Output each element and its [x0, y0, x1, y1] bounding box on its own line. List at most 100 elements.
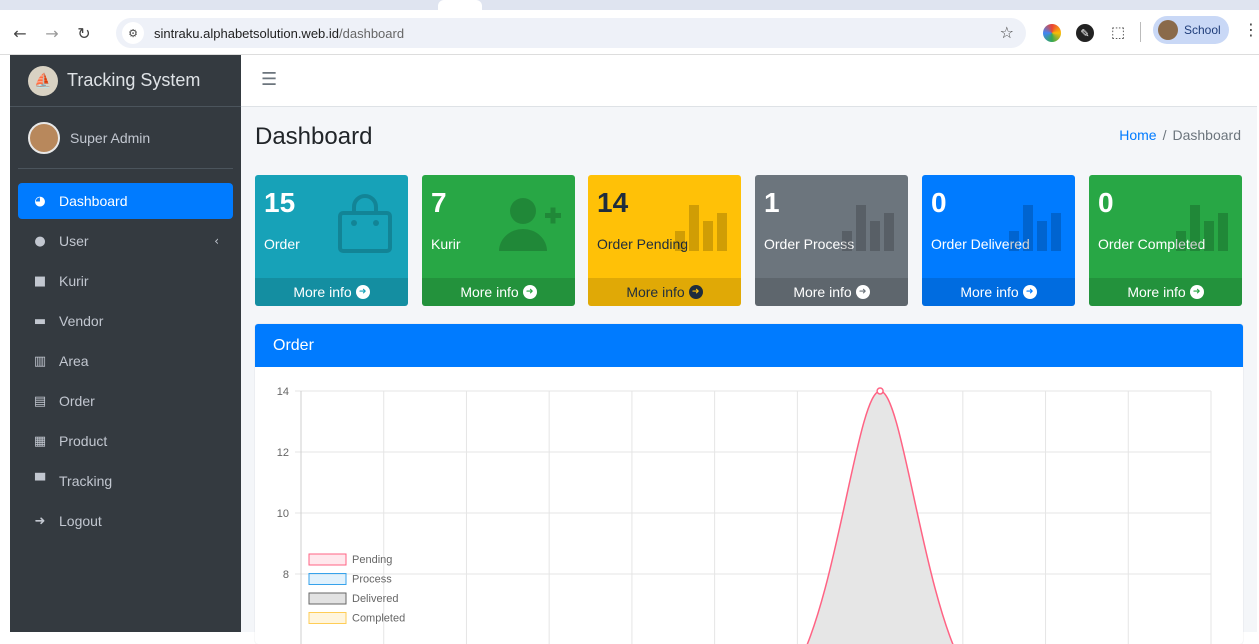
y-tick-label: 10: [277, 508, 289, 520]
browser-menu-icon[interactable]: ⋮: [1243, 20, 1259, 39]
user-icon: ●: [34, 233, 46, 249]
file-icon: ▤: [33, 393, 47, 409]
stat-value: 7: [431, 187, 447, 218]
more-info-label: More info: [793, 284, 852, 300]
sidebar-item-kurir[interactable]: ■ Kurir: [18, 263, 233, 299]
legend-swatch: [308, 592, 347, 605]
reload-icon[interactable]: ↻: [72, 21, 96, 45]
more-info-label: More info: [960, 284, 1019, 300]
tachometer-icon: ◕: [34, 193, 46, 209]
profile-name: School: [1184, 23, 1221, 37]
sidebar-item-user[interactable]: ● User ‹: [18, 223, 233, 259]
bookmark-star-icon[interactable]: ☆: [1000, 23, 1014, 42]
sidebar-nav: ◕ Dashboard ● User ‹ ■ Kurir ▬ Vendor ▥ …: [10, 183, 241, 539]
legend-label: Process: [352, 574, 392, 586]
breadcrumb-current: Dashboard: [1172, 127, 1242, 143]
stat-value: 0: [1098, 187, 1114, 218]
more-info-label: More info: [626, 284, 685, 300]
extensions-puzzle-icon[interactable]: ⬚: [1109, 23, 1127, 41]
breadcrumb-home-link[interactable]: Home: [1119, 127, 1156, 143]
legend-swatch: [308, 573, 347, 585]
toolbar-divider: [1140, 22, 1141, 42]
bar-chart-icon: [1009, 205, 1061, 251]
tab-strip: [0, 0, 1259, 10]
brand-text: Tracking System: [67, 70, 201, 90]
active-tab[interactable]: [438, 0, 482, 10]
arrow-circle-right-icon: ➜: [1022, 285, 1037, 299]
legend-label: Completed: [352, 613, 405, 625]
order-chart: 8 10 12 14 Pending Process Delivered Completed: [277, 386, 1212, 644]
profile-button[interactable]: School: [1153, 16, 1229, 44]
archive-icon: ▀: [35, 473, 45, 489]
stat-box-order-completed: 0 Order Completed More info ➜: [1089, 175, 1242, 306]
more-info-link[interactable]: More info ➜: [588, 278, 741, 306]
y-tick-label: 14: [277, 386, 289, 398]
url-path: /dashboard: [339, 25, 405, 41]
more-info-label: More info: [1127, 284, 1186, 300]
bar-chart-icon: [1176, 205, 1228, 251]
stat-value: 14: [597, 187, 629, 218]
user-name: Super Admin: [70, 129, 151, 146]
sidebar-item-label: Dashboard: [59, 193, 128, 209]
bar-chart-icon: [675, 205, 727, 251]
map-icon: ▥: [33, 353, 47, 369]
extension-color-icon[interactable]: [1043, 24, 1061, 42]
user-plus-icon: [499, 198, 561, 251]
stat-value: 1: [764, 187, 780, 218]
url-text[interactable]: sintraku.alphabetsolution.web.id/dashboa…: [154, 26, 404, 41]
sidebar: ⛵ Tracking System Super Admin ◕ Dashboar…: [10, 55, 241, 632]
page-title: Dashboard: [255, 123, 373, 150]
brand-link[interactable]: ⛵ Tracking System: [10, 55, 241, 107]
card-title: Order: [273, 336, 314, 354]
site-settings-icon[interactable]: ⚙: [122, 22, 144, 44]
sidebar-item-dashboard[interactable]: ◕ Dashboard: [18, 183, 233, 219]
more-info-link[interactable]: More info ➜: [755, 278, 908, 306]
stat-value: 0: [931, 187, 947, 218]
breadcrumb-separator: /: [1162, 127, 1167, 143]
sidebar-item-logout[interactable]: ➜ Logout: [18, 503, 233, 539]
extension-compass-icon[interactable]: ✎: [1076, 24, 1094, 42]
y-tick-label: 12: [277, 447, 289, 459]
breadcrumb: Home / Dashboard: [1119, 127, 1241, 143]
top-navbar: ☰: [241, 55, 1257, 107]
sidebar-item-vendor[interactable]: ▬ Vendor: [18, 303, 233, 339]
sidebar-item-area[interactable]: ▥ Area: [18, 343, 233, 379]
legend-swatch: [308, 612, 347, 624]
sidebar-item-label: Tracking: [59, 473, 113, 489]
menu-toggle-icon[interactable]: ☰: [261, 69, 277, 90]
stat-box-order-delivered: 0 Order Delivered More info ➜: [922, 175, 1075, 306]
chevron-left-icon: ‹: [214, 234, 219, 248]
data-point: [876, 387, 884, 395]
store-icon: ▬: [33, 313, 47, 329]
more-info-link[interactable]: More info ➜: [422, 278, 575, 306]
arrow-circle-right-icon: ➜: [688, 285, 703, 299]
box-open-icon: ▦: [33, 433, 47, 449]
more-info-link[interactable]: More info ➜: [255, 278, 408, 306]
legend-label: Pending: [352, 554, 392, 566]
sidebar-item-label: Area: [59, 353, 89, 369]
forward-icon[interactable]: →: [40, 21, 64, 45]
sidebar-item-label: Vendor: [59, 313, 104, 329]
sidebar-item-order[interactable]: ▤ Order: [18, 383, 233, 419]
stat-box-order-pending: 14 Order Pending More info ➜: [588, 175, 741, 306]
address-bar[interactable]: ⚙ sintraku.alphabetsolution.web.id/dashb…: [116, 18, 1026, 48]
arrow-circle-right-icon: ➜: [855, 285, 870, 299]
brand-logo-icon: ⛵: [28, 65, 58, 96]
sidebar-item-label: Logout: [59, 513, 102, 529]
sidebar-item-label: User: [59, 233, 89, 249]
more-info-link[interactable]: More info ➜: [1089, 278, 1242, 306]
sign-out-icon: ➜: [34, 513, 46, 529]
more-info-label: More info: [293, 284, 352, 300]
shopping-bag-icon: [338, 194, 392, 253]
more-info-link[interactable]: More info ➜: [922, 278, 1075, 306]
stat-label: Order: [264, 236, 300, 252]
truck-icon: ■: [33, 273, 47, 289]
sidebar-item-label: Kurir: [59, 273, 89, 289]
sidebar-item-tracking[interactable]: ▀ Tracking: [18, 463, 233, 499]
back-icon[interactable]: ←: [8, 21, 32, 45]
user-panel[interactable]: Super Admin: [18, 107, 233, 169]
toolbar: ← → ↻ ⚙ sintraku.alphabetsolution.web.id…: [0, 11, 1259, 55]
sidebar-item-product[interactable]: ▦ Product: [18, 423, 233, 459]
y-tick-label: 8: [283, 569, 289, 581]
stat-box-kurir: 7 Kurir More info ➜: [422, 175, 575, 306]
